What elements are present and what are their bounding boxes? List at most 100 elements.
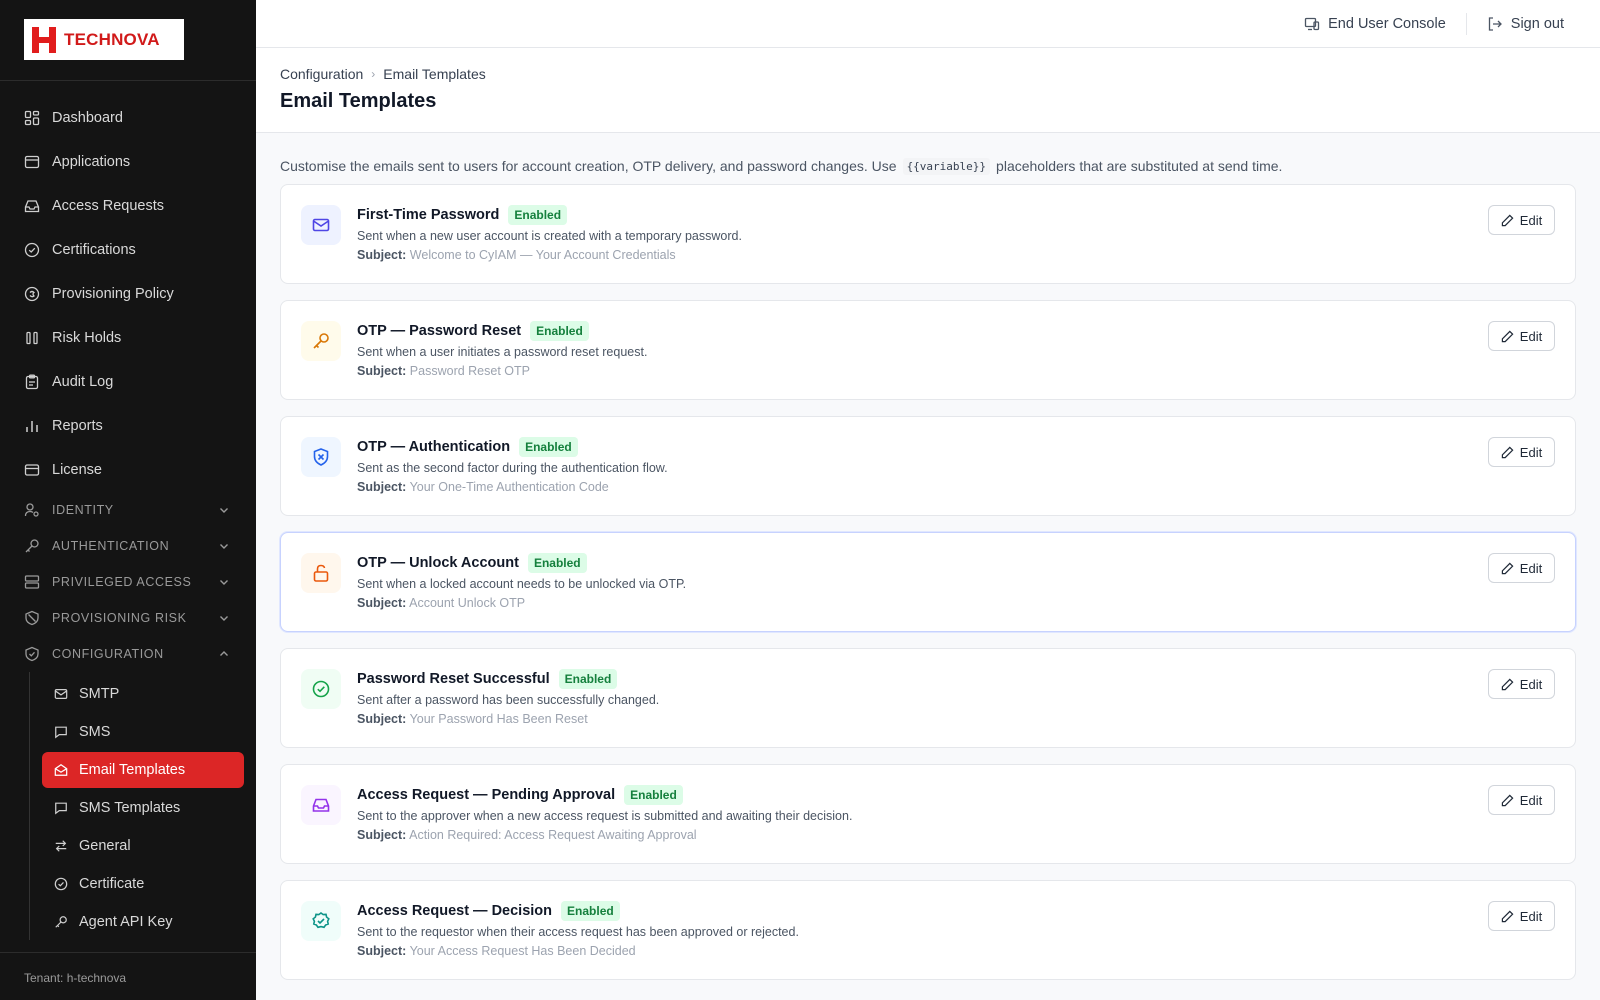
policy-icon: [24, 286, 40, 302]
edit-label: Edit: [1519, 676, 1543, 692]
template-description: Sent when a user initiates a password re…: [357, 345, 648, 359]
subject-label: Subject:: [357, 596, 407, 610]
status-badge: Enabled: [527, 553, 587, 573]
shield-check-icon: [24, 646, 40, 662]
sidebar-item-sms[interactable]: SMS: [42, 714, 244, 750]
template-body: OTP — Authentication Enabled Sent as the…: [357, 437, 1555, 494]
bar-chart-icon: [24, 418, 40, 434]
template-body: First-Time Password Enabled Sent when a …: [357, 205, 1555, 262]
sign-out-icon: [1488, 16, 1502, 31]
sidebar-item-smtp[interactable]: SMTP: [42, 676, 244, 712]
sidebar-item-general[interactable]: General: [42, 828, 244, 864]
template-description: Sent to the requestor when their access …: [357, 925, 799, 939]
variable-placeholder-code: {{variable}}: [902, 157, 991, 175]
breadcrumb-current: Email Templates: [383, 66, 486, 82]
sidebar-item-label: SMS Templates: [79, 800, 181, 816]
edit-button[interactable]: Edit: [1488, 437, 1555, 467]
edit-button[interactable]: Edit: [1488, 901, 1555, 931]
edit-button[interactable]: Edit: [1488, 205, 1555, 235]
template-icon-wrap: [301, 553, 341, 593]
template-title-row: First-Time Password Enabled: [357, 205, 1555, 225]
sidebar-group-label: Authentication: [52, 539, 170, 553]
edit-label: Edit: [1519, 560, 1543, 576]
logo-area: TECHNOVA: [0, 0, 256, 81]
brand-name: TECHNOVA: [64, 29, 160, 49]
sidebar-item-reports[interactable]: Reports: [0, 404, 256, 448]
mail-icon: [54, 687, 68, 701]
template-body: Password Reset Successful Enabled Sent a…: [357, 669, 1555, 726]
sidebar-item-sms-templates[interactable]: SMS Templates: [42, 790, 244, 826]
sidebar-item-label: Certificate: [79, 876, 145, 892]
edit-button[interactable]: Edit: [1488, 553, 1555, 583]
edit-button[interactable]: Edit: [1488, 785, 1555, 815]
end-user-console-link[interactable]: End User Console: [1304, 16, 1446, 32]
sidebar-item-label: Applications: [52, 154, 131, 170]
pencil-icon: [1501, 446, 1514, 458]
edit-label: Edit: [1519, 212, 1543, 228]
subject-label: Subject:: [357, 248, 407, 262]
brand-logo[interactable]: TECHNOVA: [24, 19, 184, 60]
breadcrumb-configuration[interactable]: Configuration: [280, 66, 363, 82]
sidebar-item-dashboard[interactable]: Dashboard: [0, 96, 256, 140]
template-title-row: Password Reset Successful Enabled: [357, 669, 1555, 689]
template-title-row: Access Request — Pending Approval Enable…: [357, 785, 1555, 805]
breadcrumb: Configuration › Email Templates: [280, 66, 1600, 82]
sidebar-group-privileged-access[interactable]: Privileged Access: [0, 564, 256, 600]
template-title-row: OTP — Password Reset Enabled: [357, 321, 1555, 341]
sidebar-item-access-requests[interactable]: Access Requests: [0, 184, 256, 228]
edit-button[interactable]: Edit: [1488, 321, 1555, 351]
sidebar-group-authentication[interactable]: Authentication: [0, 528, 256, 564]
sidebar-item-provisioning-policy[interactable]: Provisioning Policy: [0, 272, 256, 316]
sidebar-item-audit-log[interactable]: Audit Log: [0, 360, 256, 404]
sidebar-group-provisioning-risk[interactable]: Provisioning Risk: [0, 600, 256, 636]
mail-open-icon: [54, 763, 68, 777]
sidebar-item-email-templates[interactable]: Email Templates: [42, 752, 244, 788]
check-circle-icon: [312, 680, 330, 698]
inbox-icon: [24, 198, 40, 214]
template-title: Password Reset Successful: [357, 671, 550, 687]
template-card-first-time-password: First-Time Password Enabled Sent when a …: [280, 184, 1576, 284]
shield-x-icon: [313, 448, 329, 466]
sidebar-item-certifications[interactable]: Certifications: [0, 228, 256, 272]
unlock-icon: [313, 564, 329, 582]
template-title: OTP — Authentication: [357, 439, 511, 455]
template-title-row: OTP — Authentication Enabled: [357, 437, 1555, 457]
sidebar-item-label: Email Templates: [79, 762, 186, 778]
template-icon-wrap: [301, 901, 341, 941]
ban-icon: [24, 610, 40, 626]
template-icon-wrap: [301, 437, 341, 477]
pencil-icon: [1501, 910, 1514, 922]
template-icon-wrap: [301, 205, 341, 245]
sidebar-group-identity[interactable]: Identity: [0, 492, 256, 528]
subject-value: Your Access Request Has Been Decided: [409, 944, 636, 958]
sidebar-item-label: SMTP: [79, 686, 120, 702]
template-icon-wrap: [301, 785, 341, 825]
sidebar-item-label: Agent API Key: [79, 914, 173, 930]
template-description: Sent as the second factor during the aut…: [357, 461, 668, 475]
subject-label: Subject:: [357, 944, 407, 958]
subject-value: Action Required: Access Request Awaiting…: [409, 828, 697, 842]
sidebar-item-license[interactable]: License: [0, 448, 256, 492]
sign-out-button[interactable]: Sign out: [1487, 16, 1564, 32]
subject-label: Subject:: [357, 828, 407, 842]
status-badge: Enabled: [624, 785, 683, 805]
sidebar-item-agent-api-key[interactable]: Agent API Key: [42, 904, 244, 940]
sidebar-group-configuration[interactable]: Configuration: [0, 636, 256, 672]
edit-button[interactable]: Edit: [1488, 669, 1555, 699]
subject-label: Subject:: [357, 364, 407, 378]
edit-label: Edit: [1519, 908, 1543, 924]
sidebar-item-certificate[interactable]: Certificate: [42, 866, 244, 902]
key-icon: [313, 333, 329, 349]
message-icon: [54, 801, 68, 815]
sidebar-item-risk-holds[interactable]: Risk Holds: [0, 316, 256, 360]
template-title-row: Access Request — Decision Enabled: [357, 901, 1555, 921]
sidebar-group-label: Configuration: [52, 647, 164, 661]
template-icon-wrap: [301, 321, 341, 361]
check-circle-icon: [24, 242, 40, 258]
subject-label: Subject:: [357, 480, 407, 494]
template-description: Sent after a password has been successfu…: [357, 693, 660, 707]
key-icon: [24, 538, 40, 554]
subject-value: Password Reset OTP: [409, 364, 530, 378]
template-card-otp-unlock-account: OTP — Unlock Account Enabled Sent when a…: [280, 532, 1576, 632]
sidebar-item-applications[interactable]: Applications: [0, 140, 256, 184]
